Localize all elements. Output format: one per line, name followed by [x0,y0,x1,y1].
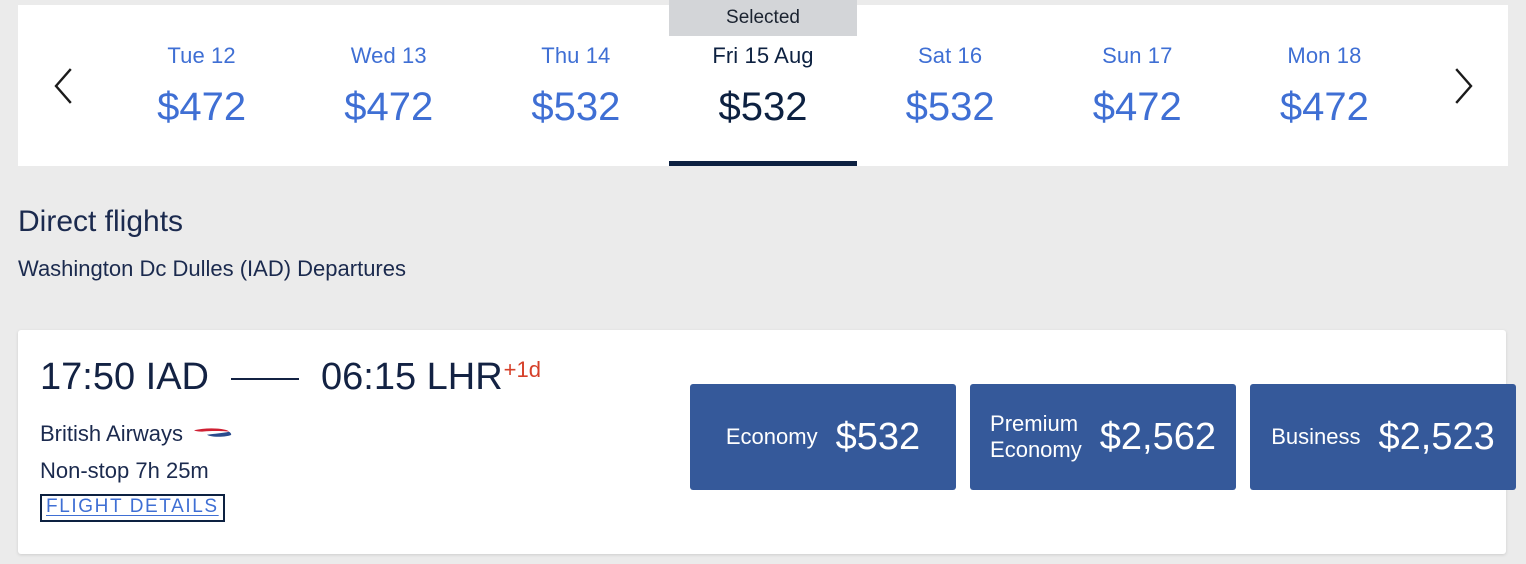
chevron-left-icon [52,67,74,105]
arrival-time-airport: 06:15 LHR [321,356,503,398]
route-connector-line [231,378,299,380]
date-cell-fri-15-aug[interactable]: Selected Fri 15 Aug $532 [669,0,857,166]
date-cell-day: Sun 17 [1102,43,1173,68]
date-cell-price: $472 [157,85,247,129]
date-cell-day: Tue 12 [167,43,236,68]
flight-details-link-label: FLIGHT DETAILS [46,496,219,517]
page-title: Direct flights [18,205,184,238]
day-offset-badge: +1d [503,357,541,382]
date-cell-price: $532 [905,85,995,129]
date-cell-tue-12[interactable]: Tue 12 $472 [108,5,295,166]
date-price-strip: Tue 12 $472 Wed 13 $472 Thu 14 $532 Sele… [18,0,1508,166]
date-cell-price: $472 [1279,85,1369,129]
airline-row: British Airways [40,422,640,446]
selected-underline [669,161,857,166]
date-cell-price: $532 [718,85,808,129]
flight-details-link[interactable]: FLIGHT DETAILS [40,494,225,522]
date-cell-day: Sat 16 [918,43,983,68]
fare-button-economy[interactable]: Economy $532 [690,384,956,490]
previous-dates-button[interactable] [18,5,108,166]
flight-result-card[interactable]: 17:50 IAD 06:15 LHR +1d British Airways … [18,330,1516,554]
date-cell-wed-13[interactable]: Wed 13 $472 [295,5,482,166]
fare-button-premium-economy[interactable]: Premium Economy $2,562 [970,384,1236,490]
date-cell-thu-14[interactable]: Thu 14 $532 [482,5,669,166]
flight-route: 17:50 IAD 06:15 LHR +1d [40,358,640,396]
fare-cabin-label: Premium Economy [990,411,1082,462]
fare-price: $2,523 [1378,416,1495,458]
next-dates-button[interactable] [1418,5,1508,166]
date-cell-price: $532 [531,85,621,129]
date-cell-sun-17[interactable]: Sun 17 $472 [1044,5,1231,166]
fare-cabin-label: Economy [725,424,818,450]
date-cell-price: $472 [1092,85,1182,129]
fare-price: $532 [835,416,921,458]
chevron-right-icon [1452,67,1474,105]
date-cell-day: Fri 15 Aug [712,43,814,68]
date-cells: Tue 12 $472 Wed 13 $472 Thu 14 $532 Sele… [108,0,1418,166]
flight-results-page: Tue 12 $472 Wed 13 $472 Thu 14 $532 Sele… [0,0,1526,564]
fare-options: Economy $532 Premium Economy $2,562 Busi… [690,384,1516,490]
section-subtitle: Washington Dc Dulles (IAD) Departures [18,256,406,281]
date-cell-sat-16[interactable]: Sat 16 $532 [857,5,1044,166]
airline-name: British Airways [40,421,184,446]
fare-price: $2,562 [1099,416,1216,458]
date-cell-mon-18[interactable]: Mon 18 $472 [1231,5,1418,166]
british-airways-speedmarque-icon [193,422,235,446]
stops-and-duration: Non-stop 7h 25m [40,458,209,483]
fare-button-business[interactable]: Business $2,523 [1250,384,1516,490]
flight-info: 17:50 IAD 06:15 LHR +1d British Airways … [18,330,640,522]
date-cell-day: Wed 13 [350,43,427,68]
fare-cabin-label: Business [1271,424,1361,450]
direct-flights-section-header: Direct flights Washington Dc Dulles (IAD… [18,205,1018,281]
selected-badge: Selected [669,0,857,36]
date-cell-day: Mon 18 [1287,43,1362,68]
departure-time-airport: 17:50 IAD [40,356,209,398]
date-cell-day: Thu 14 [541,43,611,68]
date-cell-price: $472 [344,85,434,129]
